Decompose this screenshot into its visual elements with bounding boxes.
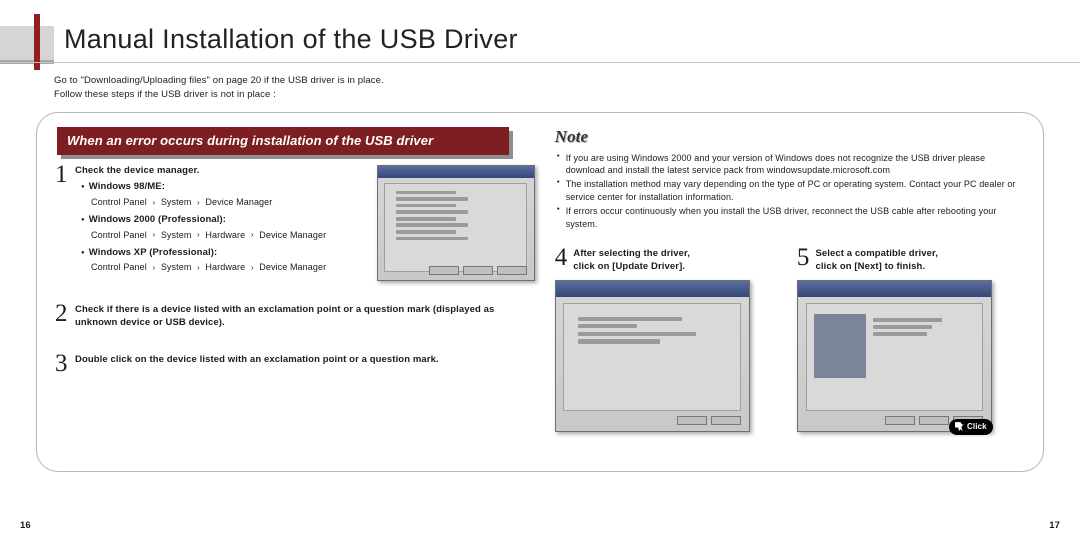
note-item: The installation method may vary dependi…: [557, 178, 1023, 203]
step-number: 5: [797, 244, 810, 274]
path-seg: Device Manager: [205, 197, 272, 207]
arrow-icon: ›: [197, 230, 200, 239]
os-path: Control Panel › System › Hardware › Devi…: [91, 229, 363, 242]
os-path: Control Panel › System › Device Manager: [91, 196, 363, 209]
page-title: Manual Installation of the USB Driver: [64, 24, 518, 55]
title-block: Manual Installation of the USB Driver: [36, 22, 1044, 62]
arrow-icon: ›: [251, 230, 254, 239]
os-name: Windows 98/ME:: [81, 181, 363, 194]
page-number-left: 16: [20, 520, 31, 531]
screenshot-update-driver: [555, 280, 750, 432]
step5-line1: Select a compatible driver,: [815, 248, 938, 261]
arrow-icon: ›: [152, 198, 155, 207]
path-seg: Hardware: [205, 262, 245, 272]
os-name: Windows 2000 (Professional):: [81, 214, 363, 227]
step-number: 2: [55, 300, 68, 328]
step1-title: Check the device manager.: [75, 165, 363, 178]
page-number-right: 17: [1049, 520, 1060, 531]
shot-titlebar: [798, 281, 991, 298]
step-2: 2 Check if there is a device listed with…: [57, 304, 535, 330]
right-column: Note If you are using Windows 2000 and y…: [555, 127, 1023, 459]
title-tab: [0, 26, 54, 60]
step5-line2: click on [Next] to finish.: [815, 261, 938, 274]
arrow-icon: ›: [152, 263, 155, 272]
os-name: Windows XP (Professional):: [81, 247, 363, 260]
path-seg: System: [161, 230, 192, 240]
step-number: 1: [55, 161, 68, 189]
shot-fields: [578, 317, 726, 402]
shot-buttons: [677, 416, 741, 425]
intro-line-2: Follow these steps if the USB driver is …: [54, 88, 1044, 102]
path-seg: System: [161, 262, 192, 272]
os-path: Control Panel › System › Hardware › Devi…: [91, 261, 363, 274]
shot-body: [806, 303, 984, 411]
screenshot-device-manager: [377, 165, 535, 281]
note-item: If errors occur continuously when you in…: [557, 205, 1023, 230]
arrow-icon: ›: [197, 198, 200, 207]
arrow-icon: ›: [251, 263, 254, 272]
shot-tree-lines: [396, 191, 515, 264]
banner-text: When an error occurs during installation…: [57, 127, 509, 155]
step-5: 5 Select a compatible driver, click on […: [797, 244, 1023, 432]
note-title: Note: [555, 127, 1023, 147]
step-4: 4 After selecting the driver, click on […: [555, 244, 781, 432]
title-rule: [0, 62, 1080, 63]
content-panel: When an error occurs during installation…: [36, 112, 1044, 472]
path-seg: Device Manager: [259, 262, 326, 272]
step-1: 1 Check the device manager. Windows 98/M…: [57, 165, 363, 275]
arrow-icon: ›: [152, 230, 155, 239]
os-winxp: Windows XP (Professional): Control Panel…: [81, 247, 363, 275]
path-seg: System: [161, 197, 192, 207]
os-win2000: Windows 2000 (Professional): Control Pan…: [81, 214, 363, 242]
step2-text: Check if there is a device listed with a…: [75, 304, 535, 330]
error-banner: When an error occurs during installation…: [57, 127, 509, 155]
shot-body: [384, 183, 528, 272]
shot-body: [563, 303, 741, 411]
intro-line-1: Go to "Downloading/Uploading files" on p…: [54, 74, 1044, 88]
os-win98: Windows 98/ME: Control Panel › System › …: [81, 181, 363, 209]
shot-buttons: [429, 266, 527, 275]
wizard-graphic: [814, 314, 867, 378]
click-badge: Click: [949, 419, 993, 435]
click-label: Click: [967, 422, 987, 431]
path-seg: Device Manager: [259, 230, 326, 240]
step4-line1: After selecting the driver,: [573, 248, 690, 261]
step-number: 3: [55, 350, 68, 378]
step4-line2: click on [Update Driver].: [573, 261, 690, 274]
path-seg: Control Panel: [91, 197, 147, 207]
left-column: When an error occurs during installation…: [57, 127, 535, 459]
intro-text: Go to "Downloading/Uploading files" on p…: [54, 74, 1044, 102]
shot-titlebar: [556, 281, 749, 298]
note-list: If you are using Windows 2000 and your v…: [557, 152, 1023, 230]
step3-text: Double click on the device listed with a…: [75, 354, 535, 367]
step-3: 3 Double click on the device listed with…: [57, 354, 535, 367]
note-item: If you are using Windows 2000 and your v…: [557, 152, 1023, 177]
path-seg: Hardware: [205, 230, 245, 240]
screenshot-select-driver: Click: [797, 280, 992, 432]
arrow-icon: ›: [197, 263, 200, 272]
step-number: 4: [555, 244, 568, 274]
path-seg: Control Panel: [91, 230, 147, 240]
path-seg: Control Panel: [91, 262, 147, 272]
shot-text-lines: [873, 318, 971, 396]
shot-titlebar: [378, 166, 534, 179]
